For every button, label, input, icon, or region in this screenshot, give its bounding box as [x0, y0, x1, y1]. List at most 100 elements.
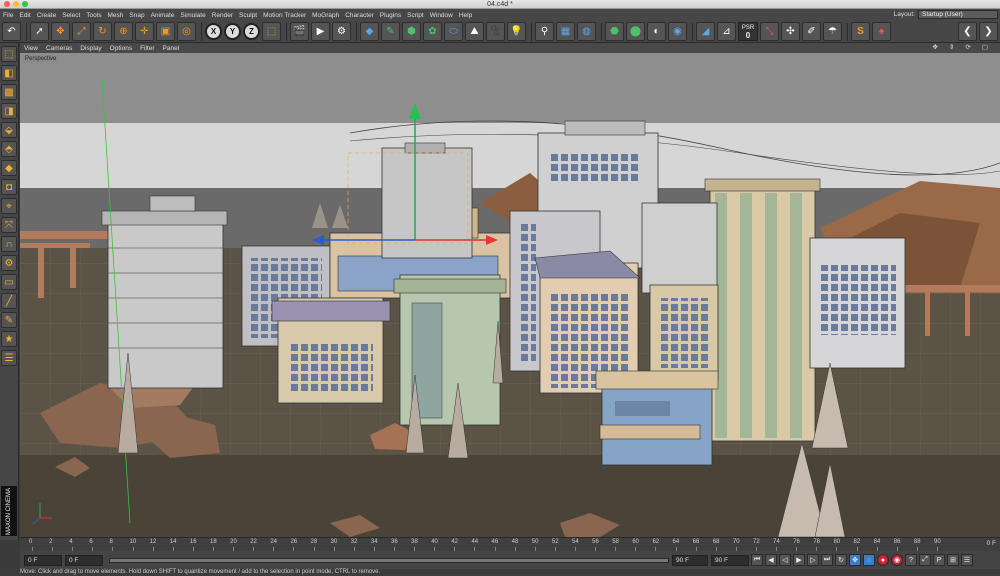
- recent-tool-button[interactable]: ⊕: [114, 22, 133, 41]
- move-button[interactable]: ✥: [51, 22, 70, 41]
- workplane-button[interactable]: ▦: [556, 22, 575, 41]
- snap-button[interactable]: ⚲: [535, 22, 554, 41]
- scale-button[interactable]: ⤢: [72, 22, 91, 41]
- timeline-menu-button[interactable]: ☰: [961, 554, 973, 566]
- move-key-button[interactable]: ✥: [849, 554, 861, 566]
- make-editable-button[interactable]: ⬚: [1, 46, 17, 62]
- menu-create[interactable]: Create: [37, 12, 57, 19]
- add-scene-button[interactable]: ⛰: [465, 22, 484, 41]
- psr-display[interactable]: PSR 0: [738, 22, 758, 41]
- points-mode-button[interactable]: ◐: [647, 22, 666, 41]
- toolbar-scroll-left-button[interactable]: ❮: [958, 22, 977, 41]
- texture-mode-button[interactable]: ⬤: [626, 22, 645, 41]
- render-settings-button[interactable]: ⚙: [332, 22, 351, 41]
- loop-button[interactable]: ↻: [835, 554, 847, 566]
- menu-window[interactable]: Window: [430, 12, 453, 19]
- menu-mograph[interactable]: MoGraph: [312, 12, 339, 19]
- add-nurbs-button[interactable]: ⬢: [402, 22, 421, 41]
- enable-axis-button[interactable]: ⊿: [717, 22, 736, 41]
- coordinate-system-button[interactable]: ⬚: [262, 22, 281, 41]
- viewport-menu-display[interactable]: Display: [80, 45, 101, 52]
- snap-settings-button[interactable]: ✣: [781, 22, 800, 41]
- record-button[interactable]: ●: [877, 554, 889, 566]
- tweak-side-button[interactable]: ⤧: [1, 217, 17, 233]
- menu-script[interactable]: Script: [407, 12, 424, 19]
- menu-sculpt[interactable]: Sculpt: [239, 12, 257, 19]
- goto-end-button[interactable]: ⏭: [821, 554, 833, 566]
- timeline-ruler[interactable]: 0 2 4 6 8 10 12 14 16 18 20 22 24 26 28 30 32 34 36 38 40 42 4…: [20, 537, 1000, 551]
- menu-snap[interactable]: Snap: [129, 12, 144, 19]
- menu-simulate[interactable]: Simulate: [180, 12, 205, 19]
- model-mode-side-button[interactable]: ◧: [1, 65, 17, 81]
- list-side-button[interactable]: ☰: [1, 350, 17, 366]
- menu-help[interactable]: Help: [459, 12, 472, 19]
- viewport-menu-options[interactable]: Options: [110, 45, 132, 52]
- add-array-button[interactable]: ✿: [423, 22, 442, 41]
- menu-select[interactable]: Select: [62, 12, 80, 19]
- scale-tool-button[interactable]: ▣: [156, 22, 175, 41]
- orbit-view-icon[interactable]: ⟳: [965, 43, 970, 51]
- texture-mode-side-button[interactable]: ▩: [1, 84, 17, 100]
- magnet-side-button[interactable]: ∩: [1, 236, 17, 252]
- add-cube-button[interactable]: ◆: [360, 22, 379, 41]
- paint-tool-button[interactable]: ✐: [802, 22, 821, 41]
- scale-key-button[interactable]: ⤢: [919, 554, 931, 566]
- sculpt-side-button[interactable]: ✎: [1, 312, 17, 328]
- viewport-menu-view[interactable]: View: [24, 45, 38, 52]
- polygons-side-button[interactable]: ◆: [1, 160, 17, 176]
- favorite-side-button[interactable]: ★: [1, 331, 17, 347]
- viewport-menu-panel[interactable]: Panel: [163, 45, 180, 52]
- menu-animate[interactable]: Animate: [151, 12, 175, 19]
- menu-plugins[interactable]: Plugins: [380, 12, 401, 19]
- param-key-button[interactable]: P: [933, 554, 945, 566]
- preview-min-field[interactable]: 0 F: [65, 554, 103, 566]
- plugin-s-button[interactable]: S: [851, 22, 870, 41]
- guide-side-button[interactable]: ╱: [1, 293, 17, 309]
- add-light-button[interactable]: 💡: [507, 22, 526, 41]
- viewport-menu-cameras[interactable]: Cameras: [46, 45, 72, 52]
- add-deformer-button[interactable]: ⬭: [444, 22, 463, 41]
- menu-render[interactable]: Render: [212, 12, 233, 19]
- menu-file[interactable]: File: [3, 12, 13, 19]
- pan-view-icon[interactable]: ✥: [932, 43, 937, 51]
- render-picture-viewer-button[interactable]: ▶: [311, 22, 330, 41]
- parachute-button[interactable]: ☂: [823, 22, 842, 41]
- zoom-view-icon[interactable]: ⇕: [949, 43, 954, 51]
- model-mode-button[interactable]: ⬣: [605, 22, 624, 41]
- toolbar-scroll-right-button[interactable]: ❯: [979, 22, 998, 41]
- autokey-button[interactable]: ◉: [891, 554, 903, 566]
- point-key-button[interactable]: ⊞: [947, 554, 959, 566]
- render-view-button[interactable]: 🎬: [290, 22, 309, 41]
- goto-start-button[interactable]: ⏮: [751, 554, 763, 566]
- layout-dropdown[interactable]: Startup (User): [918, 10, 998, 19]
- prev-frame-button[interactable]: ◁: [779, 554, 791, 566]
- preview-max-field[interactable]: 90 F: [672, 554, 708, 566]
- add-spline-button[interactable]: ✎: [381, 22, 400, 41]
- tweak-mode-button[interactable]: ⤡: [760, 22, 779, 41]
- plane-side-button[interactable]: ▭: [1, 274, 17, 290]
- end-frame-field[interactable]: 90 F: [711, 554, 749, 566]
- rotate-tool-button[interactable]: ◎: [177, 22, 196, 41]
- play-button[interactable]: ▶: [793, 554, 805, 566]
- key-settings-button[interactable]: ?: [905, 554, 917, 566]
- perspective-viewport[interactable]: Perspective: [20, 53, 1000, 537]
- points-side-button[interactable]: ⬙: [1, 122, 17, 138]
- menu-edit[interactable]: Edit: [19, 12, 30, 19]
- axis-side-button[interactable]: ⌖: [1, 198, 17, 214]
- start-frame-field[interactable]: 0 F: [24, 554, 62, 566]
- next-frame-button[interactable]: ▷: [807, 554, 819, 566]
- viewport-menu-filter[interactable]: Filter: [140, 45, 154, 52]
- transform-button[interactable]: ✛: [135, 22, 154, 41]
- maximize-view-icon[interactable]: ▢: [982, 43, 988, 51]
- preview-range-slider[interactable]: [109, 557, 669, 563]
- workplane-side-button[interactable]: ◨: [1, 103, 17, 119]
- x-axis-lock-button[interactable]: X: [205, 23, 222, 40]
- rotate-key-button[interactable]: ◌: [863, 554, 875, 566]
- add-camera-button[interactable]: 🎥: [486, 22, 505, 41]
- rotate-button[interactable]: ↻: [93, 22, 112, 41]
- polygons-mode-button[interactable]: ◉: [668, 22, 687, 41]
- workplane-mode-button[interactable]: ◢: [696, 22, 715, 41]
- globe-button[interactable]: ◍: [577, 22, 596, 41]
- menu-tools[interactable]: Tools: [86, 12, 101, 19]
- live-selection-button[interactable]: ➚: [30, 22, 49, 41]
